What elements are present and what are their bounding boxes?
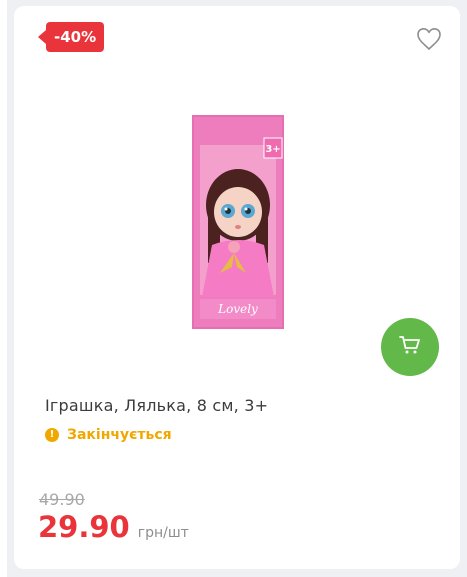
heart-icon[interactable] [414, 24, 444, 54]
age-label: 3+ [265, 144, 280, 155]
product-title[interactable]: Іграшка, Лялька, 8 см, 3+ [45, 396, 268, 415]
add-to-cart-button[interactable] [381, 318, 439, 376]
cart-icon [398, 333, 422, 361]
old-price: 49.90 [39, 490, 85, 509]
product-card[interactable]: -40% 3+ Lovely Іграшка, Лялька, 8 см, 3+… [14, 6, 460, 569]
price-row: 29.90 грн/шт [38, 510, 189, 544]
stock-status-label: Закінчується [67, 427, 172, 443]
stock-status: ! Закінчується [45, 427, 172, 443]
discount-badge: -40% [37, 22, 105, 52]
product-image[interactable]: 3+ Lovely [192, 115, 284, 329]
price-unit: грн/шт [137, 525, 189, 541]
adjacent-card-edge [0, 0, 7, 577]
exclamation-icon: ! [45, 428, 59, 442]
brand-label: Lovely [217, 302, 258, 316]
current-price: 29.90 [38, 510, 130, 544]
